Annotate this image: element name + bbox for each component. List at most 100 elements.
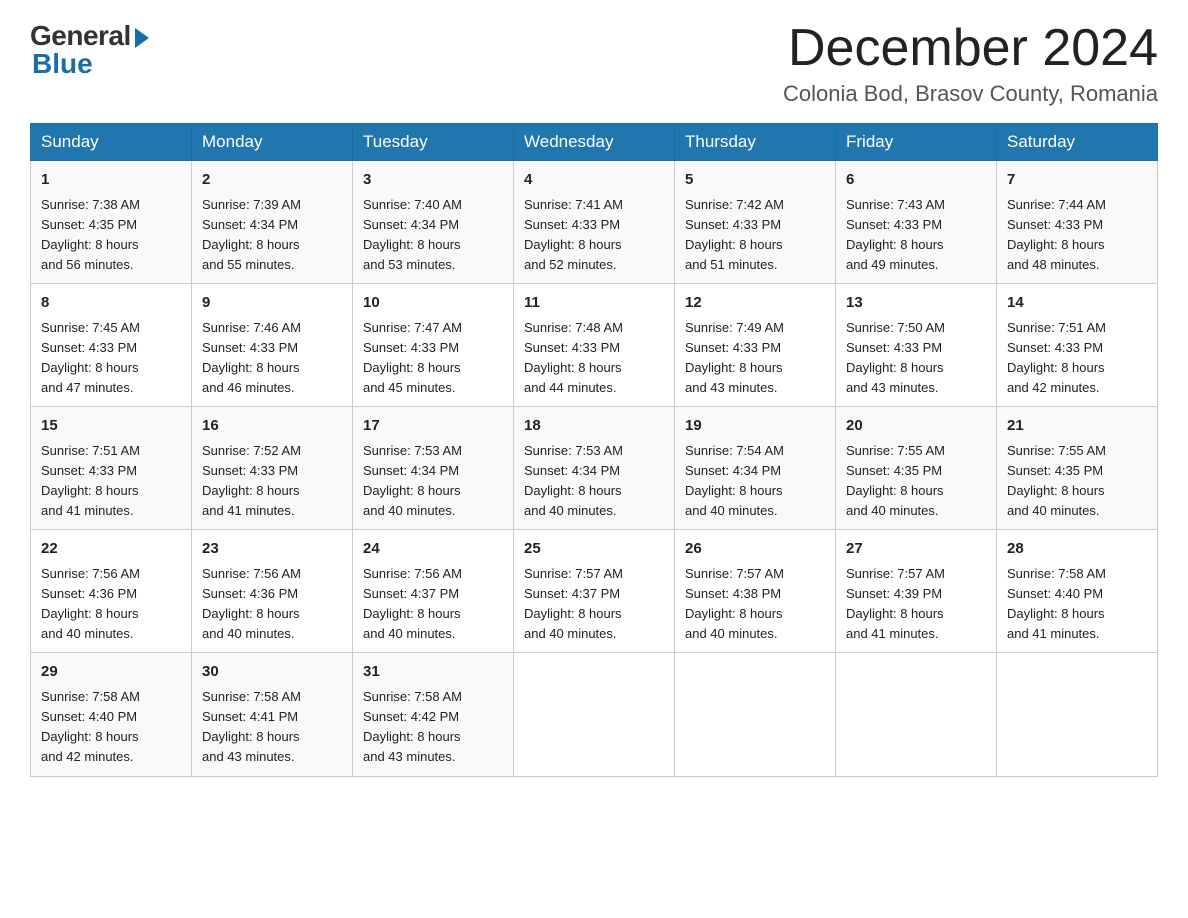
day-header-sunday: Sunday bbox=[31, 124, 192, 161]
day-info: Sunrise: 7:55 AM Sunset: 4:35 PM Dayligh… bbox=[846, 441, 986, 522]
calendar-day-cell: 2 Sunrise: 7:39 AM Sunset: 4:34 PM Dayli… bbox=[192, 161, 353, 284]
calendar-day-cell: 30 Sunrise: 7:58 AM Sunset: 4:41 PM Dayl… bbox=[192, 653, 353, 776]
day-header-friday: Friday bbox=[836, 124, 997, 161]
calendar-day-cell: 24 Sunrise: 7:56 AM Sunset: 4:37 PM Dayl… bbox=[353, 530, 514, 653]
calendar-day-cell: 22 Sunrise: 7:56 AM Sunset: 4:36 PM Dayl… bbox=[31, 530, 192, 653]
day-number: 8 bbox=[41, 292, 181, 315]
day-number: 24 bbox=[363, 538, 503, 561]
day-info: Sunrise: 7:39 AM Sunset: 4:34 PM Dayligh… bbox=[202, 195, 342, 276]
day-header-thursday: Thursday bbox=[675, 124, 836, 161]
calendar-table: SundayMondayTuesdayWednesdayThursdayFrid… bbox=[30, 123, 1158, 776]
day-number: 28 bbox=[1007, 538, 1147, 561]
day-number: 16 bbox=[202, 415, 342, 438]
day-number: 6 bbox=[846, 169, 986, 192]
calendar-day-cell: 16 Sunrise: 7:52 AM Sunset: 4:33 PM Dayl… bbox=[192, 407, 353, 530]
day-info: Sunrise: 7:58 AM Sunset: 4:42 PM Dayligh… bbox=[363, 687, 503, 768]
day-info: Sunrise: 7:43 AM Sunset: 4:33 PM Dayligh… bbox=[846, 195, 986, 276]
day-info: Sunrise: 7:51 AM Sunset: 4:33 PM Dayligh… bbox=[1007, 318, 1147, 399]
calendar-day-cell: 13 Sunrise: 7:50 AM Sunset: 4:33 PM Dayl… bbox=[836, 284, 997, 407]
day-number: 1 bbox=[41, 169, 181, 192]
day-number: 7 bbox=[1007, 169, 1147, 192]
calendar-day-cell: 7 Sunrise: 7:44 AM Sunset: 4:33 PM Dayli… bbox=[997, 161, 1158, 284]
calendar-day-cell: 18 Sunrise: 7:53 AM Sunset: 4:34 PM Dayl… bbox=[514, 407, 675, 530]
day-number: 30 bbox=[202, 661, 342, 684]
day-info: Sunrise: 7:47 AM Sunset: 4:33 PM Dayligh… bbox=[363, 318, 503, 399]
calendar-day-cell: 25 Sunrise: 7:57 AM Sunset: 4:37 PM Dayl… bbox=[514, 530, 675, 653]
calendar-day-cell: 3 Sunrise: 7:40 AM Sunset: 4:34 PM Dayli… bbox=[353, 161, 514, 284]
calendar-day-cell: 12 Sunrise: 7:49 AM Sunset: 4:33 PM Dayl… bbox=[675, 284, 836, 407]
logo-blue-text: Blue bbox=[32, 48, 93, 80]
day-info: Sunrise: 7:58 AM Sunset: 4:41 PM Dayligh… bbox=[202, 687, 342, 768]
calendar-day-cell: 21 Sunrise: 7:55 AM Sunset: 4:35 PM Dayl… bbox=[997, 407, 1158, 530]
day-info: Sunrise: 7:44 AM Sunset: 4:33 PM Dayligh… bbox=[1007, 195, 1147, 276]
day-info: Sunrise: 7:54 AM Sunset: 4:34 PM Dayligh… bbox=[685, 441, 825, 522]
calendar-day-cell: 23 Sunrise: 7:56 AM Sunset: 4:36 PM Dayl… bbox=[192, 530, 353, 653]
calendar-day-cell: 28 Sunrise: 7:58 AM Sunset: 4:40 PM Dayl… bbox=[997, 530, 1158, 653]
calendar-day-cell: 17 Sunrise: 7:53 AM Sunset: 4:34 PM Dayl… bbox=[353, 407, 514, 530]
calendar-day-cell: 27 Sunrise: 7:57 AM Sunset: 4:39 PM Dayl… bbox=[836, 530, 997, 653]
day-number: 12 bbox=[685, 292, 825, 315]
day-number: 4 bbox=[524, 169, 664, 192]
day-number: 31 bbox=[363, 661, 503, 684]
day-number: 22 bbox=[41, 538, 181, 561]
day-info: Sunrise: 7:53 AM Sunset: 4:34 PM Dayligh… bbox=[524, 441, 664, 522]
day-number: 13 bbox=[846, 292, 986, 315]
calendar-week-row: 8 Sunrise: 7:45 AM Sunset: 4:33 PM Dayli… bbox=[31, 284, 1158, 407]
day-number: 15 bbox=[41, 415, 181, 438]
day-info: Sunrise: 7:51 AM Sunset: 4:33 PM Dayligh… bbox=[41, 441, 181, 522]
day-info: Sunrise: 7:57 AM Sunset: 4:38 PM Dayligh… bbox=[685, 564, 825, 645]
day-info: Sunrise: 7:45 AM Sunset: 4:33 PM Dayligh… bbox=[41, 318, 181, 399]
page-header: General Blue December 2024 Colonia Bod, … bbox=[30, 20, 1158, 107]
calendar-day-cell: 8 Sunrise: 7:45 AM Sunset: 4:33 PM Dayli… bbox=[31, 284, 192, 407]
day-info: Sunrise: 7:40 AM Sunset: 4:34 PM Dayligh… bbox=[363, 195, 503, 276]
day-number: 25 bbox=[524, 538, 664, 561]
calendar-day-cell: 4 Sunrise: 7:41 AM Sunset: 4:33 PM Dayli… bbox=[514, 161, 675, 284]
day-info: Sunrise: 7:38 AM Sunset: 4:35 PM Dayligh… bbox=[41, 195, 181, 276]
calendar-week-row: 15 Sunrise: 7:51 AM Sunset: 4:33 PM Dayl… bbox=[31, 407, 1158, 530]
day-header-saturday: Saturday bbox=[997, 124, 1158, 161]
day-info: Sunrise: 7:56 AM Sunset: 4:36 PM Dayligh… bbox=[41, 564, 181, 645]
day-number: 11 bbox=[524, 292, 664, 315]
day-number: 3 bbox=[363, 169, 503, 192]
day-number: 9 bbox=[202, 292, 342, 315]
calendar-day-cell: 15 Sunrise: 7:51 AM Sunset: 4:33 PM Dayl… bbox=[31, 407, 192, 530]
calendar-header-row: SundayMondayTuesdayWednesdayThursdayFrid… bbox=[31, 124, 1158, 161]
day-header-tuesday: Tuesday bbox=[353, 124, 514, 161]
calendar-day-cell: 31 Sunrise: 7:58 AM Sunset: 4:42 PM Dayl… bbox=[353, 653, 514, 776]
day-number: 17 bbox=[363, 415, 503, 438]
day-number: 26 bbox=[685, 538, 825, 561]
day-header-wednesday: Wednesday bbox=[514, 124, 675, 161]
day-info: Sunrise: 7:52 AM Sunset: 4:33 PM Dayligh… bbox=[202, 441, 342, 522]
day-number: 19 bbox=[685, 415, 825, 438]
day-info: Sunrise: 7:57 AM Sunset: 4:37 PM Dayligh… bbox=[524, 564, 664, 645]
calendar-day-cell: 29 Sunrise: 7:58 AM Sunset: 4:40 PM Dayl… bbox=[31, 653, 192, 776]
calendar-week-row: 1 Sunrise: 7:38 AM Sunset: 4:35 PM Dayli… bbox=[31, 161, 1158, 284]
calendar-day-cell bbox=[836, 653, 997, 776]
day-number: 14 bbox=[1007, 292, 1147, 315]
day-info: Sunrise: 7:57 AM Sunset: 4:39 PM Dayligh… bbox=[846, 564, 986, 645]
day-info: Sunrise: 7:48 AM Sunset: 4:33 PM Dayligh… bbox=[524, 318, 664, 399]
day-number: 18 bbox=[524, 415, 664, 438]
day-info: Sunrise: 7:42 AM Sunset: 4:33 PM Dayligh… bbox=[685, 195, 825, 276]
day-number: 21 bbox=[1007, 415, 1147, 438]
day-info: Sunrise: 7:41 AM Sunset: 4:33 PM Dayligh… bbox=[524, 195, 664, 276]
day-number: 5 bbox=[685, 169, 825, 192]
day-number: 23 bbox=[202, 538, 342, 561]
month-title: December 2024 bbox=[783, 20, 1158, 77]
day-info: Sunrise: 7:56 AM Sunset: 4:37 PM Dayligh… bbox=[363, 564, 503, 645]
location-title: Colonia Bod, Brasov County, Romania bbox=[783, 81, 1158, 107]
calendar-day-cell: 11 Sunrise: 7:48 AM Sunset: 4:33 PM Dayl… bbox=[514, 284, 675, 407]
day-number: 27 bbox=[846, 538, 986, 561]
calendar-day-cell: 14 Sunrise: 7:51 AM Sunset: 4:33 PM Dayl… bbox=[997, 284, 1158, 407]
day-info: Sunrise: 7:56 AM Sunset: 4:36 PM Dayligh… bbox=[202, 564, 342, 645]
calendar-week-row: 29 Sunrise: 7:58 AM Sunset: 4:40 PM Dayl… bbox=[31, 653, 1158, 776]
day-number: 10 bbox=[363, 292, 503, 315]
day-info: Sunrise: 7:46 AM Sunset: 4:33 PM Dayligh… bbox=[202, 318, 342, 399]
calendar-day-cell bbox=[675, 653, 836, 776]
day-number: 20 bbox=[846, 415, 986, 438]
logo: General Blue bbox=[30, 20, 149, 80]
day-info: Sunrise: 7:53 AM Sunset: 4:34 PM Dayligh… bbox=[363, 441, 503, 522]
day-info: Sunrise: 7:55 AM Sunset: 4:35 PM Dayligh… bbox=[1007, 441, 1147, 522]
calendar-day-cell bbox=[997, 653, 1158, 776]
day-info: Sunrise: 7:49 AM Sunset: 4:33 PM Dayligh… bbox=[685, 318, 825, 399]
